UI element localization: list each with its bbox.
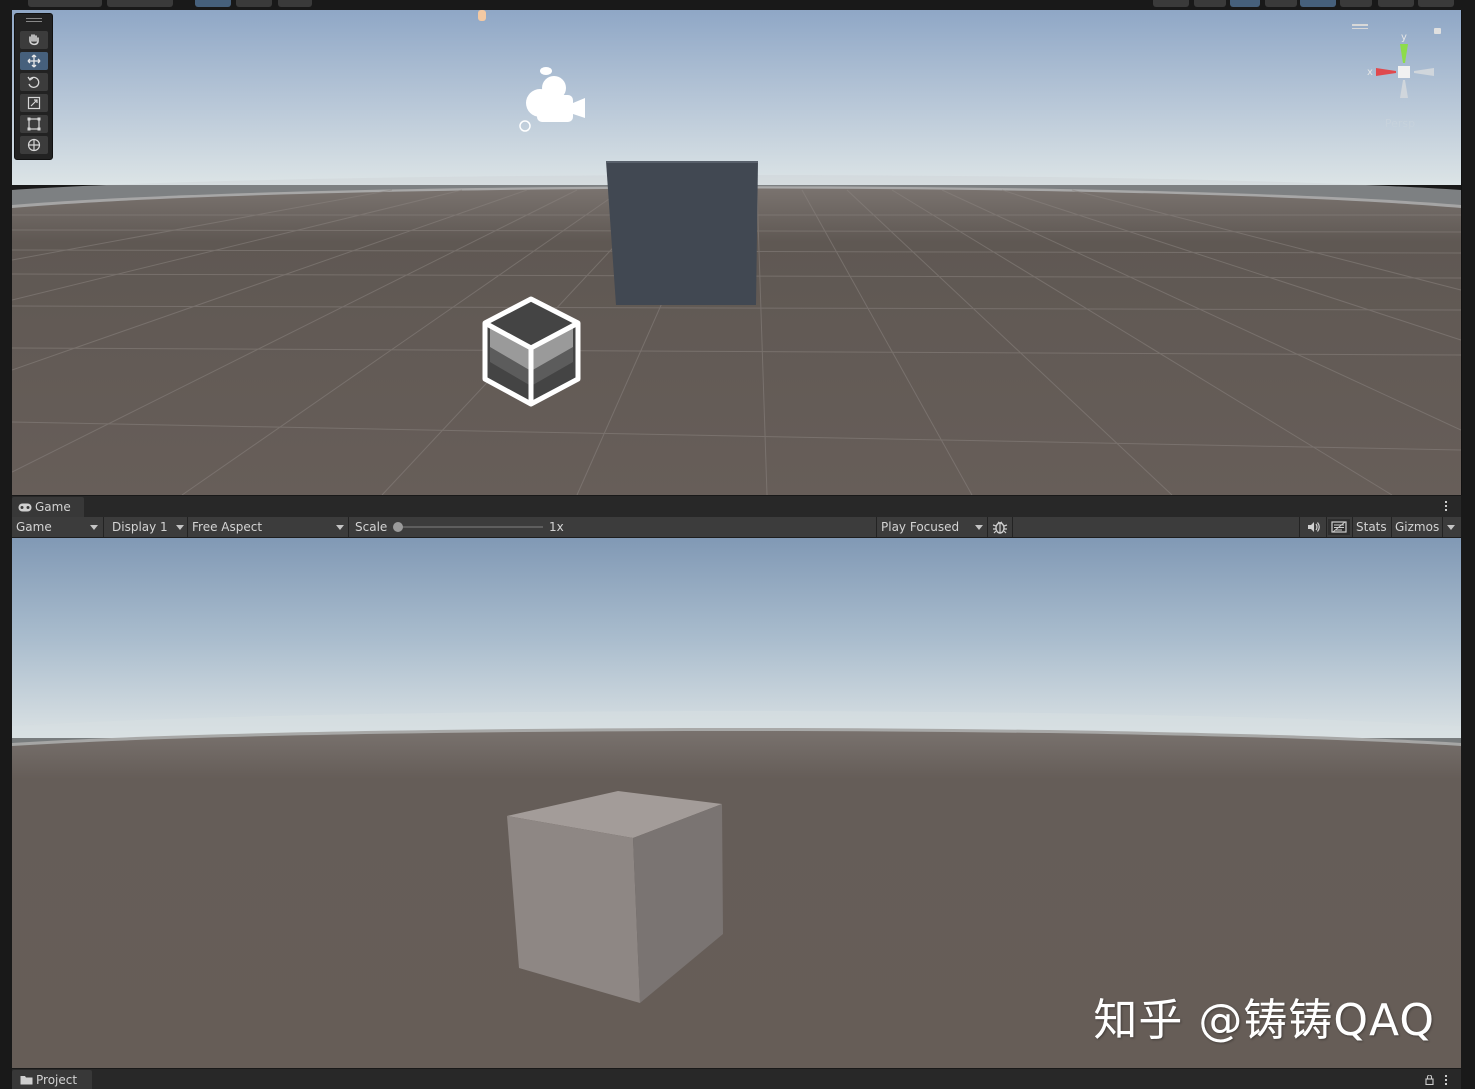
game-tab-strip xyxy=(12,496,1461,517)
play-mode-caret-icon[interactable] xyxy=(975,525,983,530)
aspect-select-value: Free Aspect xyxy=(192,520,263,534)
tool-transform[interactable] xyxy=(20,136,48,154)
scale-slider-thumb[interactable] xyxy=(393,522,403,532)
display-select[interactable]: Display 1 xyxy=(112,517,182,537)
transform-icon xyxy=(27,138,41,152)
mute-audio-button[interactable] xyxy=(1303,519,1323,535)
left-panel-edge xyxy=(0,10,12,1089)
tool-move[interactable] xyxy=(20,52,48,70)
axis-neg-x-cone[interactable] xyxy=(1414,68,1434,76)
axis-center-cube[interactable] xyxy=(1398,66,1410,78)
audio-toggle-button[interactable] xyxy=(1265,0,1297,7)
tab-game-label: Game xyxy=(35,500,71,514)
play-mode-select[interactable]: Play Focused xyxy=(881,517,985,537)
scene-effects-button[interactable] xyxy=(1194,0,1226,7)
tool-rect-transform[interactable] xyxy=(20,115,48,133)
rect-transform-icon xyxy=(27,117,41,131)
tool-hand[interactable] xyxy=(20,31,48,49)
tab-game[interactable]: Game xyxy=(12,497,84,517)
light-probe-gizmo-icon[interactable] xyxy=(482,296,581,407)
scale-icon xyxy=(27,96,41,110)
aspect-select-caret-icon[interactable] xyxy=(336,525,344,530)
bug-icon xyxy=(992,521,1008,534)
gizmo-marker xyxy=(478,10,486,21)
pivot-toggle[interactable] xyxy=(28,0,102,7)
gizmos-caret-icon[interactable] xyxy=(1447,525,1455,530)
scene-lighting-button[interactable] xyxy=(1153,0,1189,7)
global-toggle[interactable] xyxy=(107,0,173,7)
scene-view[interactable]: y x Persp xyxy=(12,10,1462,495)
rotate-icon xyxy=(27,76,40,88)
scale-value: 1x xyxy=(549,520,564,534)
sky xyxy=(12,10,1461,185)
axis-y-label: y xyxy=(1401,32,1407,43)
play-mode-select-value: Play Focused xyxy=(881,520,960,534)
stats-button[interactable]: Stats xyxy=(1356,517,1387,537)
aspect-select[interactable]: Free Aspect xyxy=(192,517,342,537)
grid-snap-button[interactable] xyxy=(195,0,231,7)
tool-rotate[interactable] xyxy=(20,73,48,91)
scene-visibility-button[interactable] xyxy=(1340,0,1372,7)
projection-label[interactable]: Persp xyxy=(1385,117,1415,130)
cube-object[interactable] xyxy=(606,161,758,305)
axis-x-cone[interactable] xyxy=(1376,68,1396,76)
hand-icon xyxy=(29,34,39,46)
lock-icon[interactable] xyxy=(1434,28,1441,34)
keyboard-icon xyxy=(1331,521,1347,533)
axis-neg-y-cone[interactable] xyxy=(1400,80,1408,98)
folder-icon xyxy=(20,1075,33,1084)
fx-toggle-button[interactable] xyxy=(1300,0,1336,7)
orientation-gizmo[interactable]: y x Persp xyxy=(1352,20,1460,135)
gizmos-menu-button[interactable] xyxy=(1418,0,1454,7)
sky xyxy=(12,538,1461,738)
project-menu-icon[interactable] xyxy=(1444,1073,1448,1087)
scene-camera-button[interactable] xyxy=(1378,0,1414,7)
2d-toggle-button[interactable] xyxy=(1230,0,1260,7)
right-panel-edge xyxy=(1462,10,1475,1089)
gizmo-menu-icon[interactable] xyxy=(1352,24,1368,26)
lock-icon[interactable] xyxy=(1425,1074,1434,1086)
move-icon xyxy=(27,54,41,68)
view-select-value: Game xyxy=(16,520,52,534)
panel-menu-icon[interactable] xyxy=(1444,499,1448,513)
snap-increment-button[interactable] xyxy=(236,0,272,7)
game-toolbar: Game Display 1 Free Aspect Scale 1x Play… xyxy=(12,517,1461,538)
scale-label: Scale xyxy=(355,520,388,534)
scene-viewport[interactable] xyxy=(12,10,1461,495)
gamepad-icon xyxy=(18,503,32,511)
scale-slider-track[interactable] xyxy=(397,526,543,528)
tools-palette xyxy=(14,13,53,160)
axis-x-label: x xyxy=(1367,67,1373,78)
tab-project-label: Project xyxy=(36,1072,78,1087)
view-select-caret-icon[interactable] xyxy=(90,525,98,530)
debug-bug-button[interactable] xyxy=(991,519,1009,535)
axis-y-cone[interactable] xyxy=(1400,44,1408,63)
tool-scale[interactable] xyxy=(20,94,48,112)
game-view[interactable]: 知乎 @铸铸QAQ xyxy=(12,538,1461,1068)
gizmos-button[interactable]: Gizmos xyxy=(1395,517,1439,537)
tab-project[interactable]: Project xyxy=(12,1070,92,1089)
watermark-text: 知乎 @铸铸QAQ xyxy=(1093,995,1435,1046)
speaker-icon xyxy=(1308,522,1320,532)
palette-drag-handle[interactable] xyxy=(26,18,42,19)
grid-visibility-button[interactable] xyxy=(278,0,312,7)
project-tab-strip xyxy=(12,1069,1461,1089)
display-select-value: Display 1 xyxy=(112,520,168,534)
display-select-caret-icon[interactable] xyxy=(176,525,184,530)
shortcuts-toggle-button[interactable] xyxy=(1328,519,1350,535)
top-toolbar xyxy=(0,0,1475,10)
